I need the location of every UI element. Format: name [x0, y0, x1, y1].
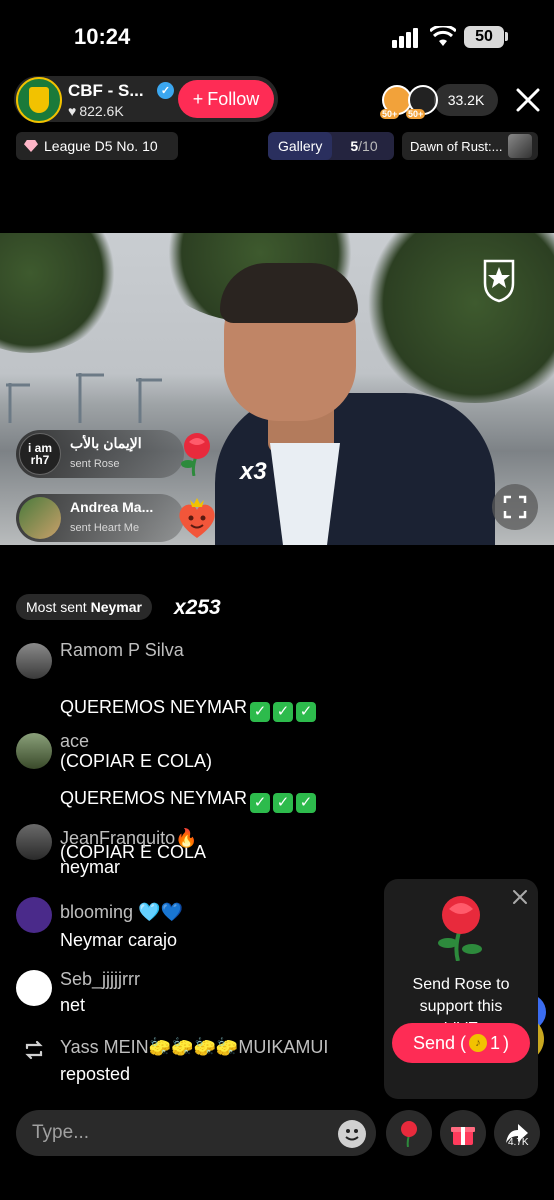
- gallery-label: Gallery: [268, 132, 333, 160]
- chat-username[interactable]: Yass MEIN🧽🧽🧽🧽MUIKAMUI: [60, 1037, 328, 1058]
- chat-avatar[interactable]: [16, 824, 52, 860]
- check-icon: ✓: [273, 793, 294, 813]
- gift-button[interactable]: [440, 1110, 486, 1156]
- gift-sent-text: sent Rose: [70, 458, 120, 470]
- chat-message: QUEREMOS NEYMAR ✓ ✓ ✓ (COPIAR E COLA: [60, 759, 360, 865]
- gift-sender-name: الإيمان بالأب: [70, 435, 142, 451]
- plus-icon: +: [192, 88, 204, 109]
- heart-me-gift-icon: [179, 498, 215, 538]
- most-sent-count: x253: [174, 596, 221, 619]
- host-avatar[interactable]: [16, 77, 62, 123]
- check-icon: ✓: [296, 702, 317, 722]
- battery-tip: [505, 32, 508, 41]
- cellular-signal-icon: [392, 28, 418, 48]
- rose-quick-gift-button[interactable]: [386, 1110, 432, 1156]
- event-thumbnail: [508, 134, 533, 158]
- send-rose-button[interactable]: Send (♪ 1): [392, 1023, 530, 1063]
- smiley-face-icon: [345, 1129, 359, 1141]
- chat-avatar[interactable]: [16, 733, 52, 769]
- gift-sender-avatar[interactable]: i am rh7: [19, 433, 61, 475]
- chat-message: Neymar carajo: [60, 930, 178, 950]
- cbf-watermark-icon: [483, 259, 515, 303]
- league-label: League D5 No. 10: [44, 138, 158, 154]
- status-bar: 10:24 50: [0, 0, 554, 72]
- gift-box-icon: [451, 1127, 475, 1145]
- emoji-icon[interactable]: [338, 1120, 366, 1148]
- chat-message: neymar: [60, 857, 121, 877]
- chat-message-text: QUEREMOS NEYMAR: [60, 697, 248, 717]
- host-likes-count: 822.6K: [79, 103, 124, 119]
- chat-message: reposted: [60, 1064, 131, 1084]
- gift-combo-count: x3: [240, 458, 267, 485]
- send-label: Send (: [412, 1032, 467, 1053]
- chat-username[interactable]: JeanFranquito🔥: [60, 828, 198, 849]
- viewer-level-badge: 50+: [380, 109, 400, 119]
- rose-icon: [401, 1121, 417, 1147]
- send-cost: 1: [490, 1032, 501, 1053]
- gift-sender-name: Andrea Ma...: [70, 499, 154, 515]
- palm-tree: [0, 233, 120, 353]
- league-tag[interactable]: League D5 No. 10: [16, 132, 178, 160]
- close-icon[interactable]: [512, 889, 528, 905]
- wifi-icon: [430, 26, 456, 46]
- chat-avatar[interactable]: [16, 643, 52, 679]
- port-cranes: [6, 373, 162, 423]
- verified-badge-icon: ✓: [157, 82, 174, 99]
- check-icon: ✓: [250, 702, 271, 722]
- chat-username[interactable]: blooming 🩵💙: [60, 902, 183, 923]
- gift-sent-text: sent Heart Me: [70, 522, 140, 534]
- battery-indicator: 50: [464, 26, 504, 48]
- diamond-icon: [24, 140, 38, 152]
- palm-tree: [360, 233, 554, 403]
- share-count: 4.7K: [508, 1137, 529, 1148]
- chat-avatar[interactable]: [16, 897, 52, 933]
- close-icon[interactable]: [514, 86, 542, 114]
- follow-label: Follow: [207, 88, 260, 109]
- rose-icon: [438, 896, 482, 961]
- gift-notification: Andrea Ma... sent Heart Me: [16, 494, 184, 542]
- gift-notification: i am rh7 الإيمان بالأب sent Rose: [16, 430, 184, 478]
- gallery-tag[interactable]: Gallery 5/10: [268, 132, 394, 160]
- cbf-logo-icon: [29, 87, 49, 113]
- rose-gift-icon: [181, 433, 210, 476]
- share-button[interactable]: [494, 1110, 540, 1156]
- check-icon: ✓: [296, 793, 317, 813]
- viewer-level-badge: 50+: [406, 109, 426, 119]
- status-time: 10:24: [74, 24, 131, 49]
- host-likes: ♥ 822.6K: [68, 103, 124, 119]
- comment-input[interactable]: [16, 1110, 376, 1156]
- viewer-count[interactable]: 33.2K: [434, 84, 498, 116]
- chat-message: net: [60, 995, 86, 1015]
- check-icon: ✓: [273, 702, 294, 722]
- heart-icon: ♥: [68, 103, 77, 119]
- most-sent-badge: Most sent Neymar: [16, 594, 152, 620]
- most-sent-name: Neymar: [90, 599, 142, 615]
- chat-message-text: QUEREMOS NEYMAR: [60, 788, 248, 808]
- chat-username[interactable]: Seb_jjjjjrrr: [60, 969, 140, 990]
- fullscreen-icon: [503, 495, 527, 519]
- chat-username[interactable]: ace: [60, 731, 89, 752]
- event-label: Dawn of Rust:...: [410, 138, 503, 154]
- chat-username[interactable]: Ramom P Silva: [60, 640, 184, 661]
- gallery-progress: 5/10: [350, 138, 378, 154]
- repost-icon: [25, 1040, 43, 1060]
- chat-avatar[interactable]: [16, 970, 52, 1006]
- coin-icon: ♪: [469, 1034, 488, 1052]
- send-rose-popup: Send Rose to support this LIVE Send (♪1): [384, 879, 538, 1099]
- check-icon: ✓: [250, 793, 271, 813]
- send-suffix: ): [503, 1032, 510, 1053]
- follow-button[interactable]: + Follow: [178, 80, 274, 118]
- most-sent-label: Most sent: [26, 599, 87, 615]
- host-hair: [220, 263, 358, 323]
- host-name[interactable]: CBF - S...: [68, 81, 144, 101]
- fullscreen-button[interactable]: [492, 484, 538, 530]
- gift-sender-avatar[interactable]: [19, 497, 61, 539]
- event-tag[interactable]: Dawn of Rust:...: [402, 132, 538, 160]
